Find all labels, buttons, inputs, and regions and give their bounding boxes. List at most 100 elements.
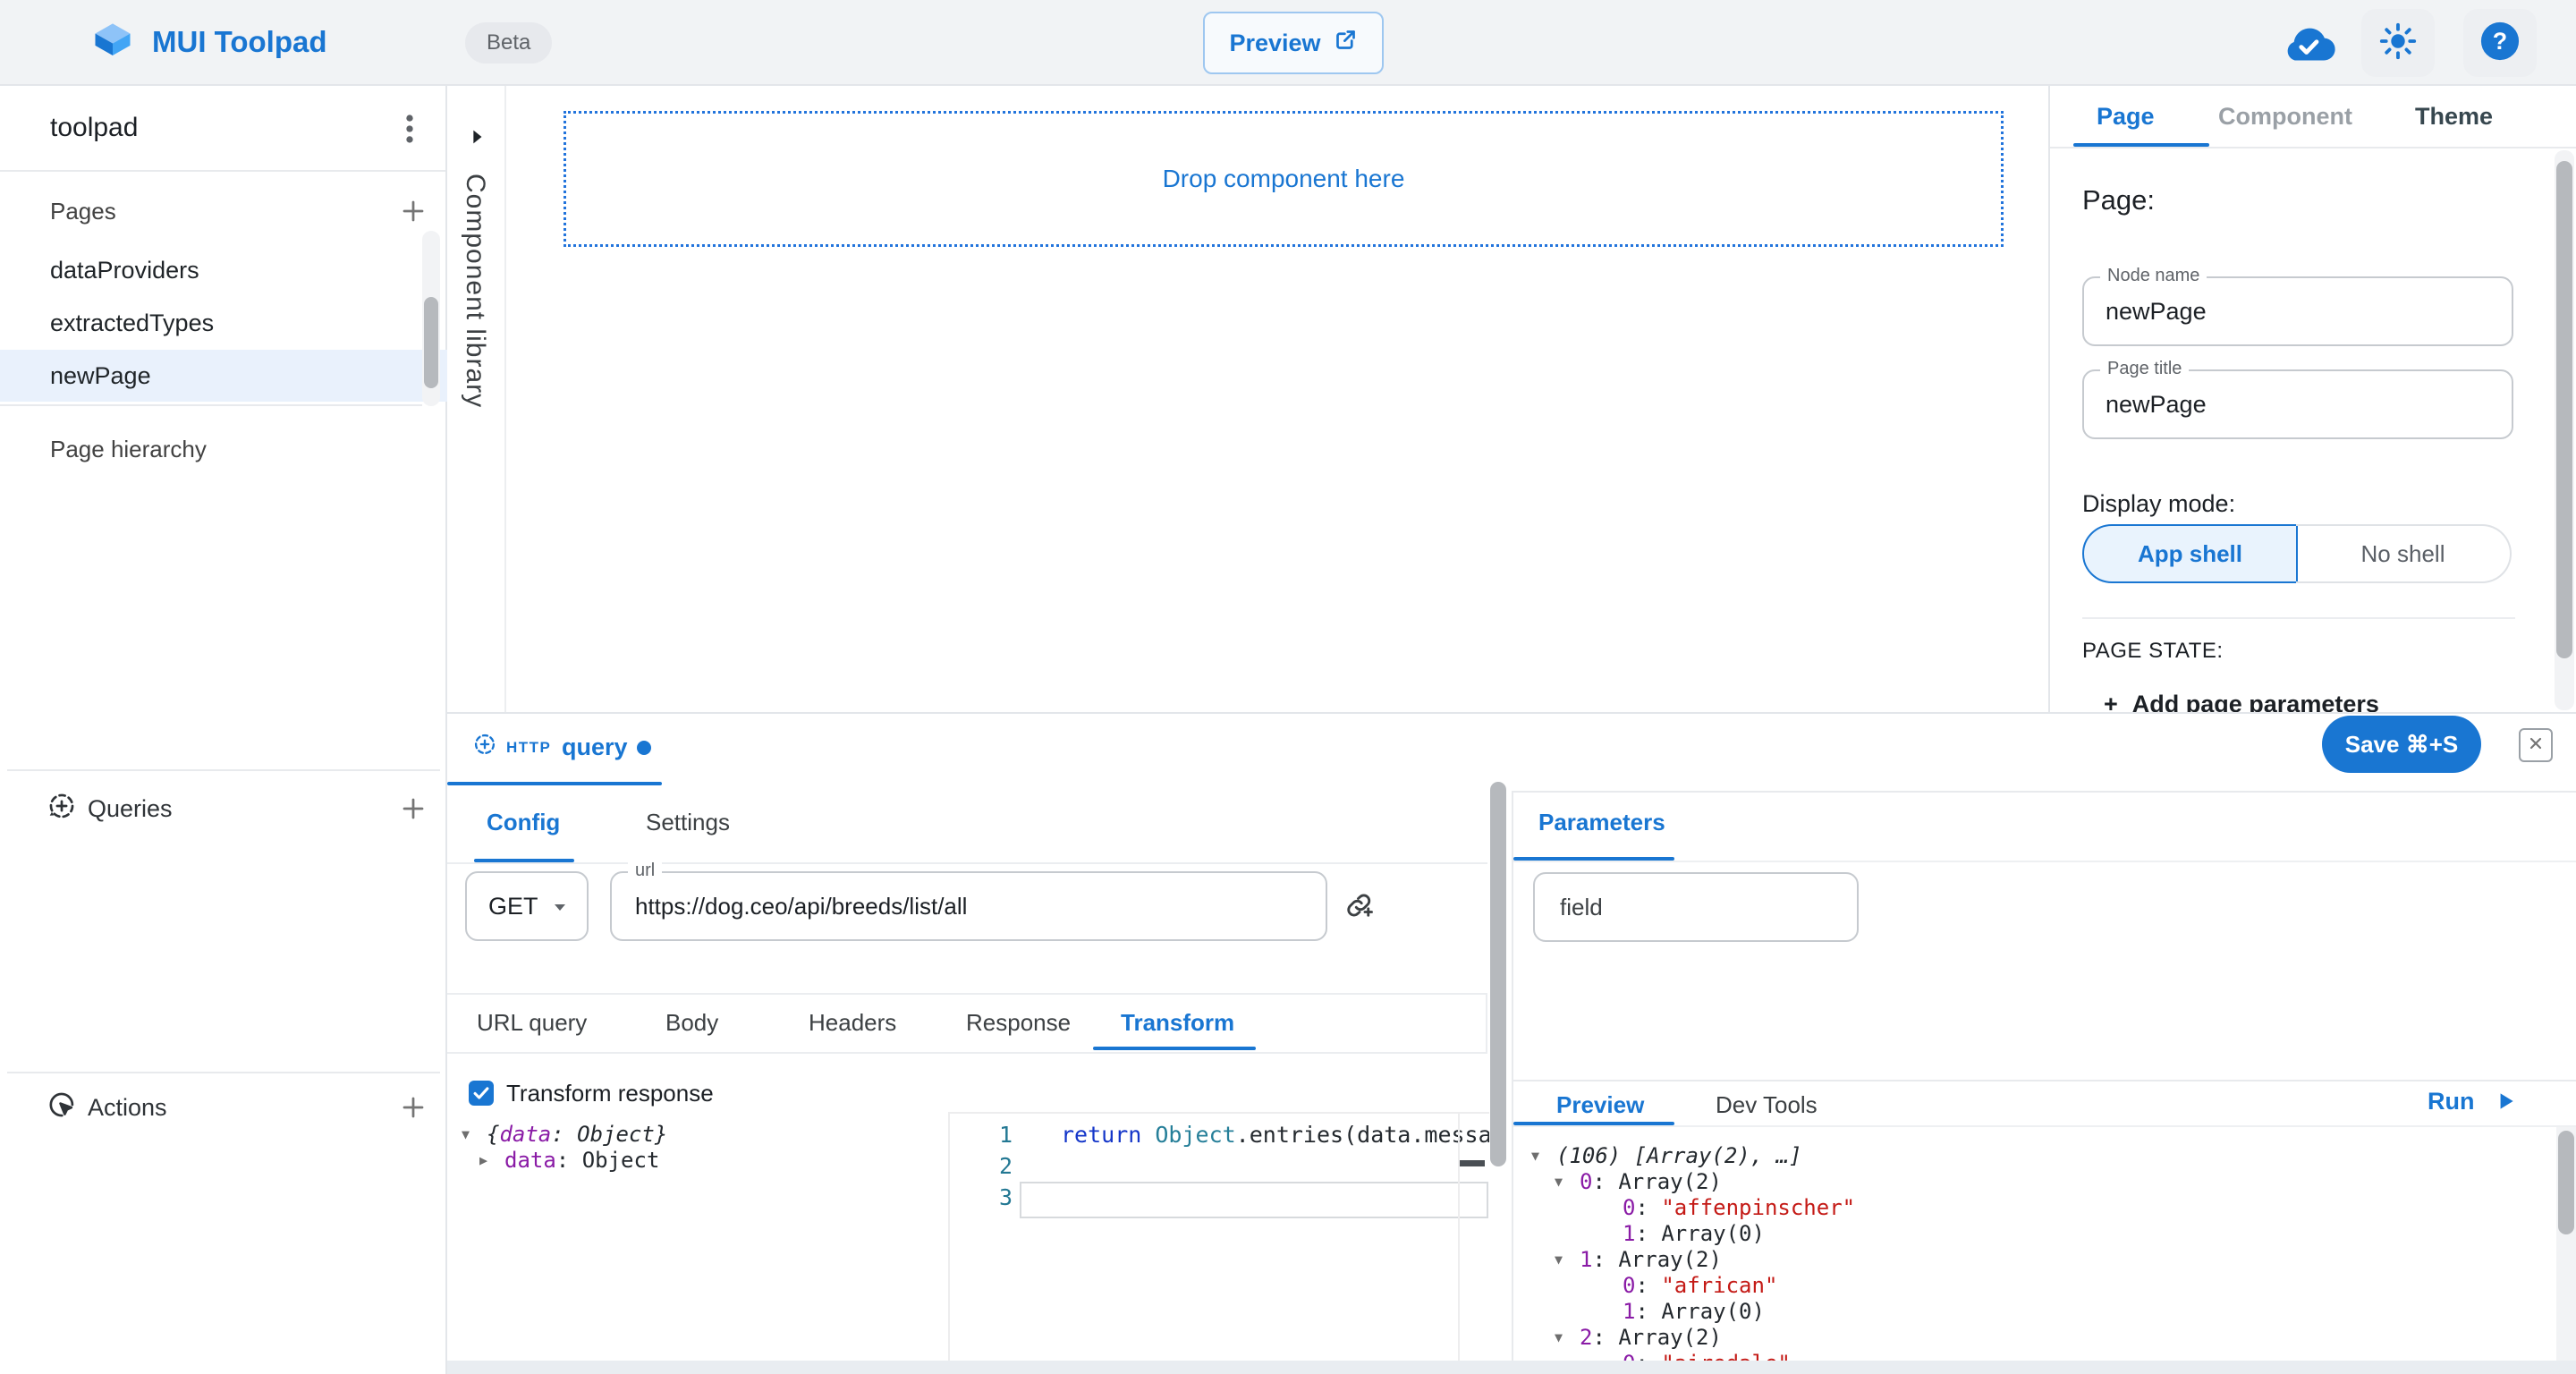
tab-url-query[interactable]: URL query (477, 993, 587, 1052)
chevron-down-icon (551, 900, 569, 919)
tab-body[interactable]: Body (665, 993, 718, 1052)
theme-toggle-button[interactable] (2361, 9, 2435, 77)
help-button[interactable]: ? (2463, 9, 2537, 77)
tab-response[interactable]: Response (966, 993, 1071, 1052)
add-page-parameters-button[interactable]: + Add page parameters (2104, 691, 2551, 712)
parameter-name-field[interactable]: field (1533, 872, 1859, 942)
bottom-strip (447, 1361, 2576, 1374)
page-item-label: extractedTypes (50, 310, 214, 336)
run-play-icon[interactable] (2494, 1090, 2517, 1117)
close-query-panel-button[interactable] (2519, 728, 2553, 762)
light-mode-sun-icon (2379, 22, 2417, 64)
sidebar-item-extractedtypes[interactable]: extractedTypes (0, 297, 472, 349)
queries-divider (7, 769, 440, 771)
tree-row[interactable]: ▼2: Array(2) (1522, 1325, 2542, 1351)
tree-row[interactable]: 1: Array(0) (1522, 1221, 2542, 1247)
tab-config[interactable]: Config (487, 809, 560, 836)
tab-parameters[interactable]: Parameters (1538, 809, 1665, 836)
tab-headers[interactable]: Headers (809, 993, 896, 1052)
page-item-label: dataProviders (50, 257, 199, 284)
save-button[interactable]: Save ⌘+S (2322, 716, 2481, 773)
tab-settings[interactable]: Settings (646, 809, 730, 836)
query-tab[interactable]: query (562, 734, 628, 761)
page-title-field[interactable]: Page title newPage (2082, 369, 2513, 439)
result-section-divider (1513, 1080, 2576, 1081)
sidebar-item-dataproviders[interactable]: dataProviders (0, 244, 472, 296)
app-title: MUI Toolpad (152, 0, 327, 84)
beta-badge: Beta (465, 22, 552, 64)
project-menu-kebab-icon[interactable] (390, 109, 429, 153)
save-button-label: Save ⌘+S (2345, 731, 2458, 759)
inspector-scrollbar-thumb[interactable] (2556, 161, 2572, 658)
inspector-heading: Page: (2082, 184, 2155, 216)
tree-row[interactable]: ▼(106) [Array(2), …] (1522, 1143, 2542, 1169)
overview-ruler-marker (1460, 1160, 1485, 1166)
add-page-button[interactable] (394, 191, 433, 231)
add-action-button[interactable] (394, 1088, 433, 1127)
help-icon: ? (2479, 21, 2521, 66)
url-field[interactable]: url https://dog.ceo/api/breeds/list/all (610, 871, 1327, 941)
chevron-right-icon[interactable] (467, 127, 487, 151)
query-tab-indicator (447, 782, 662, 785)
scope-tree-data[interactable]: ▶data: Object (462, 1148, 667, 1174)
tab-dev-tools[interactable]: Dev Tools (1716, 1091, 1818, 1119)
tab-component[interactable]: Component (2218, 86, 2352, 147)
scope-tree-root[interactable]: ▼{data: Object} (462, 1122, 667, 1148)
editor-ruler-divider (1458, 1114, 1460, 1361)
transform-response-checkbox[interactable] (469, 1081, 494, 1106)
toolpad-logo-icon (89, 19, 136, 70)
inspector-divider (2082, 617, 2515, 619)
pages-scrollbar-thumb[interactable] (424, 297, 438, 388)
add-page-parameters-label: Add page parameters (2132, 691, 2379, 712)
preview-button-label: Preview (1229, 30, 1320, 57)
transform-response-label: Transform response (506, 1073, 714, 1113)
tree-row[interactable]: ▼0: Array(2) (1522, 1169, 2542, 1195)
transform-code-editor[interactable]: 1 2 3 return Object.entries(data.messag (948, 1112, 1489, 1361)
preview-tabs-divider (1513, 1125, 2576, 1127)
drop-zone[interactable]: Drop component here (564, 111, 2004, 247)
expander-down-icon[interactable]: ▼ (462, 1122, 487, 1148)
actions-section-header: Actions (88, 1088, 167, 1127)
tab-page[interactable]: Page (2097, 86, 2155, 147)
tree-row[interactable]: 1: Array(0) (1522, 1299, 2542, 1325)
inspector-scrollbar[interactable] (2555, 150, 2574, 710)
query-panel-scrollbar-thumb[interactable] (1490, 782, 1506, 1166)
pages-section-header: Pages (50, 191, 116, 231)
display-mode-app-shell[interactable]: App shell (2082, 524, 2298, 583)
tab-theme[interactable]: Theme (2415, 86, 2493, 147)
node-name-value: newPage (2106, 278, 2207, 344)
tree-row[interactable]: 0: "affenpinscher" (1522, 1195, 2542, 1221)
active-tab-indicator (2073, 143, 2209, 147)
tree-row[interactable]: 0: "african" (1522, 1273, 2542, 1299)
actions-divider (7, 1072, 440, 1073)
node-name-field[interactable]: Node name newPage (2082, 276, 2513, 346)
result-tree: ▼(106) [Array(2), …] ▼0: Array(2) 0: "af… (1522, 1143, 2542, 1362)
tree-row[interactable]: ▼1: Array(2) (1522, 1247, 2542, 1273)
query-panel-scrollbar[interactable] (1490, 782, 1506, 1359)
unsaved-dot-indicator (637, 741, 651, 755)
tab-transform[interactable]: Transform (1121, 993, 1234, 1052)
queries-icon (47, 791, 77, 826)
add-query-button[interactable] (394, 789, 433, 828)
config-tabs-divider (447, 862, 1487, 864)
result-scrollbar[interactable] (2556, 1127, 2576, 1362)
display-mode-label: Display mode: (2082, 490, 2235, 518)
line-number-gutter: 1 2 3 (950, 1119, 1013, 1213)
pages-list-divider (0, 404, 422, 406)
expander-right-icon[interactable]: ▶ (479, 1148, 504, 1174)
page-state-label: PAGE STATE: (2082, 639, 2224, 664)
external-link-icon (1334, 28, 1358, 58)
plus-icon: + (2104, 691, 2118, 712)
sidebar-item-newpage[interactable]: newPage (0, 350, 472, 402)
display-mode-no-shell[interactable]: No shell (2296, 524, 2512, 583)
result-scrollbar-thumb[interactable] (2558, 1131, 2574, 1234)
actions-icon (47, 1090, 77, 1124)
method-select[interactable]: GET (465, 871, 589, 941)
scope-tree: ▼{data: Object} ▶data: Object (462, 1122, 667, 1174)
page-hierarchy-label: Page hierarchy (50, 429, 207, 469)
preview-button[interactable]: Preview (1203, 12, 1384, 74)
bind-link-icon[interactable] (1343, 889, 1376, 926)
run-button-label[interactable]: Run (2428, 1088, 2474, 1115)
tab-preview[interactable]: Preview (1556, 1091, 1644, 1119)
pages-scrollbar[interactable] (422, 231, 440, 406)
